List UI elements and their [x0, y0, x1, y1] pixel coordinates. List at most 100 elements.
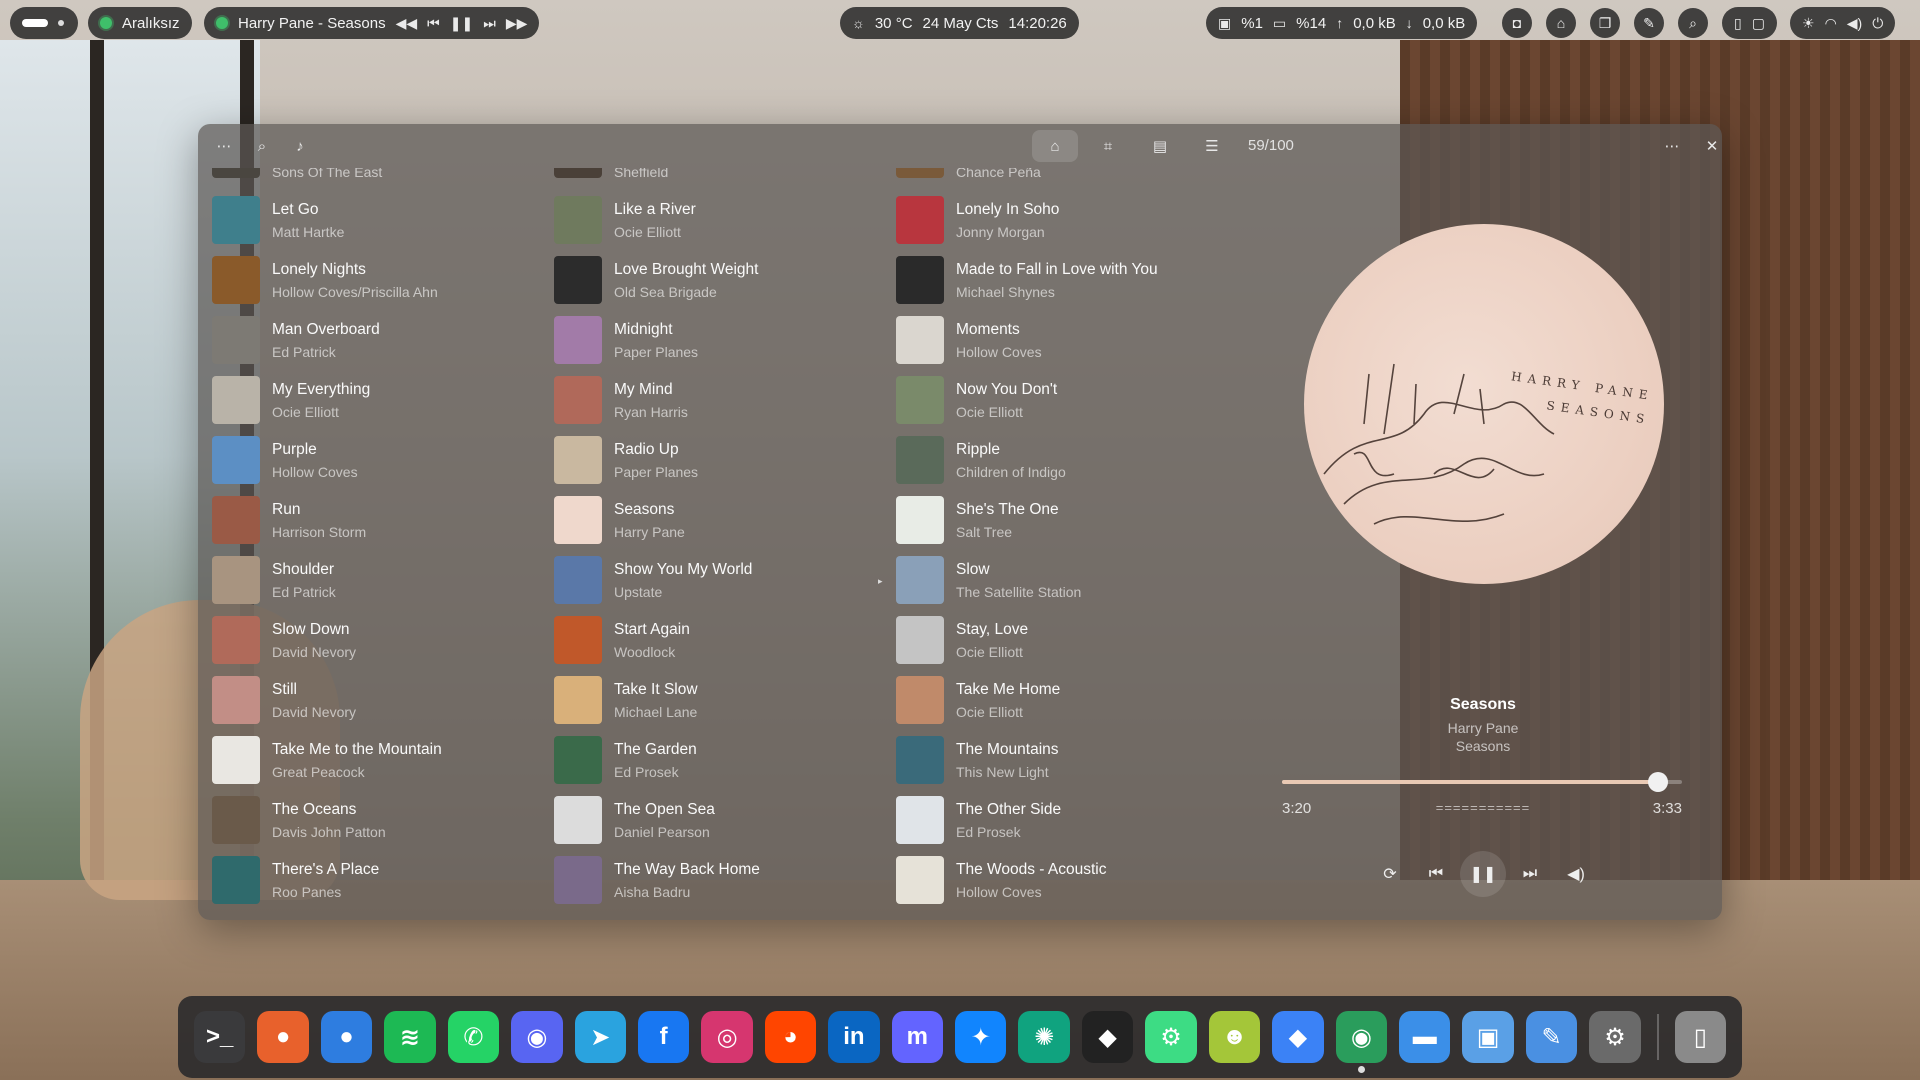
rewind-icon[interactable]: ◀◀ [396, 16, 418, 30]
pause-button[interactable]: ❚❚ [1460, 851, 1506, 897]
track-item[interactable]: Sons Of The East [212, 168, 542, 190]
music-player-icon[interactable]: ◉ [1335, 1011, 1388, 1073]
facebook-icon[interactable]: f [637, 1011, 690, 1063]
workspace-pill[interactable]: Aralıksız [88, 7, 192, 39]
track-item[interactable]: The Garden Ed Prosek [554, 730, 884, 790]
track-item[interactable]: Man Overboard Ed Patrick [212, 310, 542, 370]
track-item[interactable]: Lonely Nights Hollow Coves/Priscilla Ahn [212, 250, 542, 310]
track-item[interactable]: Moments Hollow Coves [896, 310, 1226, 370]
track-item[interactable]: Take Me to the Mountain Great Peacock [212, 730, 542, 790]
clock-pill[interactable]: ☼ 30 °C 24 May Cts 14:20:26 [840, 7, 1079, 39]
track-item[interactable]: The Woods - Acoustic Hollow Coves [896, 850, 1226, 910]
track-item[interactable]: Run Harrison Storm [212, 490, 542, 550]
android-app-icon[interactable]: ☻ [1208, 1011, 1261, 1063]
track-item[interactable]: Sheffield [554, 168, 884, 190]
tab-home-icon[interactable]: ⌂ [1032, 130, 1078, 162]
track-item[interactable]: Now You Don't Ocie Elliott [896, 370, 1226, 430]
tab-bookmarks-icon[interactable]: ⌗ [1094, 132, 1122, 160]
settings-icon[interactable]: ⚙ [1589, 1011, 1641, 1063]
equalizer-text: =========== [1435, 800, 1531, 815]
track-item[interactable]: My Mind Ryan Harris [554, 370, 884, 430]
volume-icon[interactable]: ◀) [1558, 856, 1594, 892]
track-item[interactable]: Chance Peña [896, 168, 1226, 190]
track-item[interactable]: Slow Down David Nevory [212, 610, 542, 670]
music-note-icon[interactable]: ♪ [286, 132, 314, 160]
clipboard-icon[interactable]: ❐ [1590, 8, 1620, 38]
tab-library-icon[interactable]: ▤ [1146, 132, 1174, 160]
track-thumbnail [554, 496, 602, 544]
chatgpt-icon[interactable]: ✺ [1018, 1011, 1070, 1063]
track-item[interactable]: Love Brought Weight Old Sea Brigade [554, 250, 884, 310]
track-item[interactable]: The Open Sea Daniel Pearson [554, 790, 884, 850]
progress-bar[interactable] [1282, 772, 1682, 792]
tab-queue-icon[interactable]: ☰ [1198, 132, 1226, 160]
spotify-icon[interactable]: ≋ [384, 1011, 436, 1063]
track-item[interactable]: Slow The Satellite Station [896, 550, 1226, 610]
terminal-icon[interactable]: >_ [194, 1011, 246, 1063]
bluesky-icon[interactable]: ✦ [955, 1011, 1007, 1063]
track-item[interactable]: The Mountains This New Light [896, 730, 1226, 790]
track-item[interactable]: My Everything Ocie Elliott [212, 370, 542, 430]
store-icon[interactable]: ▣ [1462, 1011, 1514, 1063]
files-icon[interactable]: ▬ [1399, 1011, 1451, 1063]
android-studio-icon[interactable]: ⚙ [1145, 1011, 1197, 1063]
color-picker-icon[interactable]: ✎ [1634, 8, 1664, 38]
whatsapp-icon[interactable]: ✆ [447, 1011, 500, 1063]
track-item[interactable]: Start Again Woodlock [554, 610, 884, 670]
track-item[interactable]: Stay, Love Ocie Elliott [896, 610, 1226, 670]
previous-track-icon[interactable]: ⏮ [1418, 856, 1454, 892]
telegram-icon[interactable]: ➤ [574, 1011, 626, 1063]
thunderbird-icon[interactable]: ● [320, 1011, 373, 1063]
trash-icon[interactable]: ▯ [1674, 1011, 1727, 1063]
menu-dots-icon[interactable]: ⋯ [210, 132, 238, 160]
media-pill[interactable]: Harry Pane - Seasons ◀◀ ⏮ ❚❚ ⏭ ▶▶ [204, 7, 540, 39]
cube-app-icon[interactable]: ◆ [1081, 1011, 1134, 1063]
track-item[interactable]: The Oceans Davis John Patton [212, 790, 542, 850]
drop-app-icon[interactable]: ◆ [1272, 1011, 1324, 1063]
track-item[interactable]: Shoulder Ed Patrick [212, 550, 542, 610]
discord-icon[interactable]: ◉ [511, 1011, 563, 1063]
track-item[interactable]: She's The One Salt Tree [896, 490, 1226, 550]
track-item[interactable]: Lonely In Soho Jonny Morgan [896, 190, 1226, 250]
repeat-icon[interactable]: ⟳ [1372, 856, 1408, 892]
track-item[interactable]: Purple Hollow Coves [212, 430, 542, 490]
system-stats-pill[interactable]: ▣ %1 ▭ %14 ↑ 0,0 kB ↓ 0,0 kB [1206, 7, 1478, 39]
keyboard-layout-pill[interactable]: ▯ ▢ [1722, 7, 1777, 39]
progress-knob[interactable] [1648, 772, 1668, 792]
activities-button[interactable] [10, 7, 78, 39]
track-item[interactable]: Like a River Ocie Elliott [554, 190, 884, 250]
editor-icon[interactable]: ✎ [1525, 1011, 1578, 1063]
more-options-icon[interactable]: ⋯ [1658, 132, 1686, 160]
track-item[interactable]: Seasons Harry Pane [554, 490, 884, 550]
reddit-icon[interactable]: ◕ [764, 1011, 817, 1063]
wifi-icon: ◠ [1824, 15, 1837, 31]
search-icon[interactable]: ⌕ [1678, 8, 1708, 38]
track-item[interactable]: Radio Up Paper Planes [554, 430, 884, 490]
track-item[interactable]: Ripple Children of Indigo [896, 430, 1226, 490]
close-icon[interactable]: ✕ [1698, 132, 1722, 160]
pause-icon[interactable]: ❚❚ [450, 16, 473, 30]
track-item[interactable]: Made to Fall in Love with You Michael Shy… [896, 250, 1226, 310]
next-track-icon[interactable]: ⏭ [1512, 856, 1548, 892]
track-item[interactable]: The Other Side Ed Prosek [896, 790, 1226, 850]
home-icon[interactable]: ⌂ [1546, 8, 1576, 38]
track-list[interactable]: Sons Of The East Let Go Matt Hartke Lonely … [212, 168, 1242, 920]
track-item[interactable]: Let Go Matt Hartke [212, 190, 542, 250]
fast-forward-icon[interactable]: ▶▶ [506, 16, 528, 30]
track-item[interactable]: Midnight Paper Planes [554, 310, 884, 370]
linkedin-icon[interactable]: in [828, 1011, 880, 1063]
search-icon[interactable]: ⌕ [248, 132, 276, 160]
firefox-icon[interactable]: ● [257, 1011, 309, 1063]
quick-settings-pill[interactable]: ☀ ◠ ◀) ⏻ [1790, 7, 1896, 39]
next-icon[interactable]: ⏭ [483, 16, 496, 30]
previous-icon[interactable]: ⏮ [427, 16, 440, 30]
track-item[interactable]: Take Me Home Ocie Elliott [896, 670, 1226, 730]
track-item[interactable]: There's A Place Roo Panes [212, 850, 542, 910]
screenshot-icon[interactable]: ◘ [1502, 8, 1532, 38]
track-item[interactable]: Take It Slow Michael Lane [554, 670, 884, 730]
track-item[interactable]: Show You My World Upstate [554, 550, 884, 610]
mastodon-icon[interactable]: m [891, 1011, 944, 1063]
track-item[interactable]: The Way Back Home Aisha Badru [554, 850, 884, 910]
instagram-icon[interactable]: ◎ [701, 1011, 753, 1063]
track-item[interactable]: Still David Nevory [212, 670, 542, 730]
